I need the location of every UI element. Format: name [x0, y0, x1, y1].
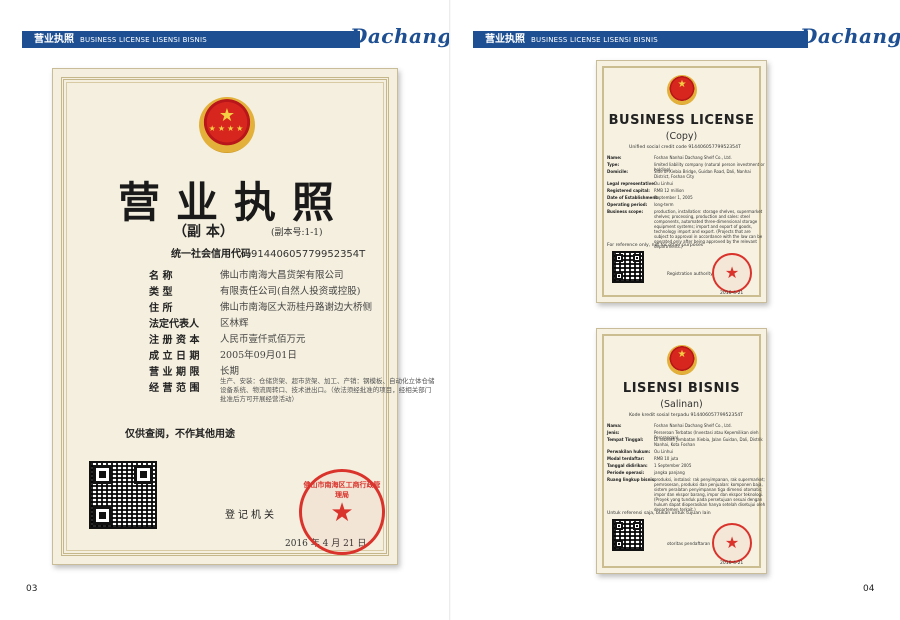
indonesian-issue-date: 2016-4-21	[720, 561, 744, 566]
english-row-capital: Registered capital: RMB 12 million	[607, 188, 684, 193]
seal-star-icon-english: ★	[724, 263, 740, 282]
english-issue-date: 2016-4-21	[720, 291, 744, 296]
indonesian-registration-authority: otoritas pendaftaran	[667, 541, 711, 546]
field-label-address: 住 所	[149, 303, 173, 314]
field-label-established: 成 立 日 期	[149, 351, 200, 362]
credit-code-value: 91440605779952354T	[251, 249, 366, 260]
indonesian-reference-note: Untuk referensi saja, bukan untuk tujuan…	[607, 511, 711, 516]
english-registration-authority: Registration authority	[667, 271, 713, 276]
credit-code-label: 统一社会信用代码	[171, 249, 251, 260]
qr-code-icon	[89, 461, 157, 529]
seal-indonesian: ★	[712, 523, 752, 563]
header-title-cn: 营业执照	[34, 34, 74, 45]
header-subtitle-right: BUSINESS LICENSE LISENSI BISNIS	[531, 36, 658, 44]
page-number-left: 03	[26, 584, 38, 594]
indonesian-business-license: ★ LISENSI BISNIS (Salinan) Kode kredit s…	[596, 328, 767, 574]
english-row-domicile: Domicile: Side of Xiebia Bridge, Guidan R…	[607, 169, 751, 179]
official-seal: 佛山市南海区工商行政管理局 ★	[299, 469, 385, 555]
registration-authority: 登记机关	[225, 510, 277, 521]
header-title-right: 营业执照 BUSINESS LICENSE LISENSI BISNIS	[485, 31, 658, 48]
emblem-icon-indonesian: ★	[667, 345, 697, 375]
field-value-legal-rep: 区林辉	[220, 318, 249, 329]
english-license-copy: (Copy)	[665, 131, 698, 142]
field-label-legal-rep: 法定代表人	[149, 319, 199, 330]
seal-text: 佛山市南海区工商行政管理局	[303, 481, 381, 499]
field-value-name: 佛山市南海大昌货架有限公司	[220, 270, 344, 281]
field-value-scope: 生产、安装：仓储货架、超市货架、加工、产销：钢模板、自动化立体仓储设备系统、物流…	[220, 377, 435, 403]
english-row-established: Date of Establishment:September 1, 2005	[607, 195, 693, 200]
field-label-period: 营 业 期 限	[149, 367, 200, 378]
header-title: 营业执照 BUSINESS LICENSE LISENSI BISNIS	[34, 31, 207, 48]
field-label-scope: 经 营 范 围	[149, 383, 200, 394]
indonesian-license-copy: (Salinan)	[660, 399, 703, 410]
header-subtitle: BUSINESS LICENSE LISENSI BISNIS	[80, 36, 207, 44]
indonesian-row-name: Nama: Foshan Nanhai Dachang Shelf Co., Lt…	[607, 423, 732, 428]
field-value-capital: 人民币壹仟贰佰万元	[220, 334, 306, 345]
indonesian-license-title: LISENSI BISNIS	[622, 381, 741, 396]
seal-star-icon: ★	[330, 498, 354, 528]
english-license-title: BUSINESS LICENSE	[608, 113, 755, 128]
copy-number: (副本号:1-1)	[271, 228, 323, 238]
credit-code-line: 统一社会信用代码91440605779952354T	[171, 245, 365, 260]
seal-star-icon-indonesian: ★	[724, 533, 740, 552]
english-row-period: Operating period: long-term	[607, 202, 674, 207]
field-value-type: 有限责任公司(自然人投资或控股)	[220, 286, 361, 297]
qr-code-icon-indonesian	[612, 519, 644, 551]
brand-logo: Dachang	[350, 24, 453, 48]
indonesian-row-legal-rep: Perwakilan hukum: Ou Linhui	[607, 449, 674, 454]
emblem-icon-english: ★	[667, 75, 697, 105]
header-title-cn-right: 营业执照	[485, 34, 525, 45]
indonesian-row-established: Tanggal didirikan: 1 September 2005	[607, 463, 692, 468]
indonesian-row-domicile: Tempat Tinggal: Di sebelah Jembatan Xiebi…	[607, 437, 763, 447]
indonesian-credit-line: Kode kredit sosial terpadu 9144060577995…	[629, 413, 743, 418]
field-label-name: 名 称	[149, 271, 173, 282]
copy-marker: （副 本）	[173, 224, 234, 240]
chinese-business-license: ★ ★★★★ 营业执照 （副 本） (副本号:1-1) 统一社会信用代码9144…	[52, 68, 435, 565]
brand-logo-right: Dachang	[800, 24, 900, 48]
header-band: 营业执照 BUSINESS LICENSE LISENSI BISNIS	[22, 31, 360, 48]
reference-note: 仅供查阅，不作其他用途	[125, 429, 235, 440]
qr-code-icon-english	[612, 251, 644, 283]
indonesian-row-scope: Ruang lingkup bisnis:produksi, instalasi…	[607, 477, 766, 512]
national-emblem-icon: ★ ★★★★	[199, 97, 255, 153]
page-number-right: 04	[863, 584, 875, 594]
left-page: 营业执照 BUSINESS LICENSE LISENSI BISNIS Dach…	[0, 0, 453, 620]
field-label-type: 类 型	[149, 287, 173, 298]
seal-english: ★	[712, 253, 752, 293]
field-label-capital: 注 册 资 本	[149, 335, 200, 346]
indonesian-row-period: Periode operasi: jangka panjang	[607, 470, 685, 475]
english-row-name: Name: Foshan Nanhai Dachang Shelf Co., Lt…	[607, 155, 732, 160]
field-value-period: 长期	[220, 366, 240, 377]
field-value-established: 2005年09月01日	[220, 350, 297, 361]
indonesian-row-capital: Modal terdaftar: RMB 10 juta	[607, 456, 679, 461]
field-value-address: 佛山市南海区大沥桂丹路谢边大桥侧	[220, 302, 373, 313]
english-row-legal-rep: Legal representative:Ou Linhui	[607, 181, 674, 186]
right-page: 营业执照 BUSINESS LICENSE LISENSI BISNIS Dach…	[451, 0, 900, 620]
english-reference-note: For reference only, not for other purpos…	[607, 243, 704, 248]
english-credit-line: Unified social credit code 9144060577995…	[629, 145, 741, 150]
english-business-license: ★ BUSINESS LICENSE (Copy) Unified social…	[596, 60, 767, 303]
header-band-right: 营业执照 BUSINESS LICENSE LISENSI BISNIS	[473, 31, 808, 48]
